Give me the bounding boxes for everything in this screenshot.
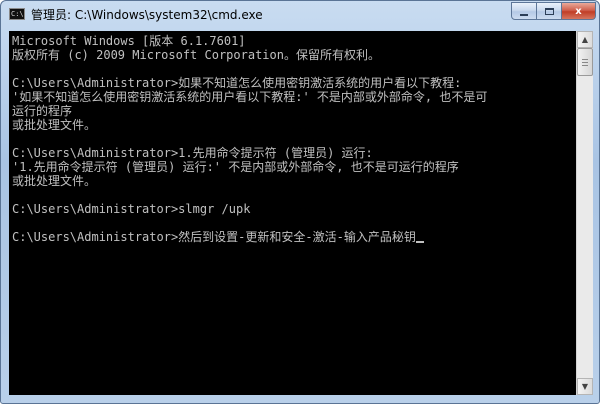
console-line: 版权所有 (c) 2009 Microsoft Corporation。保留所有… bbox=[12, 48, 380, 62]
text-cursor bbox=[415, 241, 424, 243]
cmd-icon[interactable]: C:\ bbox=[9, 8, 25, 20]
scroll-down-button[interactable]: ▼ bbox=[577, 378, 593, 395]
minimize-icon bbox=[520, 13, 528, 16]
down-arrow-icon: ▼ bbox=[581, 382, 589, 391]
vertical-scrollbar[interactable]: ▲ ▼ bbox=[576, 31, 593, 395]
grip-line bbox=[582, 65, 588, 66]
console-prompt-line[interactable]: C:\Users\Administrator>然后到设置-更新和安全-激活-输入… bbox=[12, 230, 424, 244]
title-bar[interactable]: C:\ 管理员: C:\Windows\system32\cmd.exe x bbox=[1, 1, 599, 27]
console-line: C:\Users\Administrator>slmgr /upk bbox=[12, 202, 251, 216]
maximize-icon bbox=[544, 7, 554, 15]
maximize-button[interactable] bbox=[537, 2, 562, 20]
console-line: '1.先用命令提示符 (管理员) 运行:' 不是内部或外部命令, 也不是可运行的… bbox=[12, 160, 459, 174]
current-input-text: C:\Users\Administrator>然后到设置-更新和安全-激活-输入… bbox=[12, 230, 416, 244]
console-line: Microsoft Windows [版本 6.1.7601] bbox=[12, 34, 246, 48]
scroll-thumb[interactable] bbox=[577, 48, 593, 76]
up-arrow-icon: ▲ bbox=[581, 35, 589, 44]
console-line: 或批处理文件。 bbox=[12, 174, 97, 188]
minimize-button[interactable] bbox=[511, 2, 537, 20]
close-icon: x bbox=[575, 5, 582, 17]
console-line: '如果不知道怎么使用密钥激活系统的用户看以下教程:' 不是内部或外部命令, 也不… bbox=[12, 90, 488, 104]
window-title: 管理员: C:\Windows\system32\cmd.exe bbox=[31, 8, 263, 22]
scroll-up-button[interactable]: ▲ bbox=[577, 31, 593, 48]
grip-line bbox=[582, 59, 588, 60]
console-line: 运行的程序 bbox=[12, 104, 73, 118]
console-line: C:\Users\Administrator>1.先用命令提示符 (管理员) 运… bbox=[12, 146, 373, 160]
grip-line bbox=[582, 62, 588, 63]
cmd-window: C:\ 管理员: C:\Windows\system32\cmd.exe x M… bbox=[0, 0, 600, 404]
close-button[interactable]: x bbox=[562, 2, 596, 20]
console-line: 或批处理文件。 bbox=[12, 118, 97, 132]
console-line: C:\Users\Administrator>如果不知道怎么使用密钥激活系统的用… bbox=[12, 76, 462, 90]
console-output[interactable]: Microsoft Windows [版本 6.1.7601] 版权所有 (c)… bbox=[9, 31, 576, 395]
